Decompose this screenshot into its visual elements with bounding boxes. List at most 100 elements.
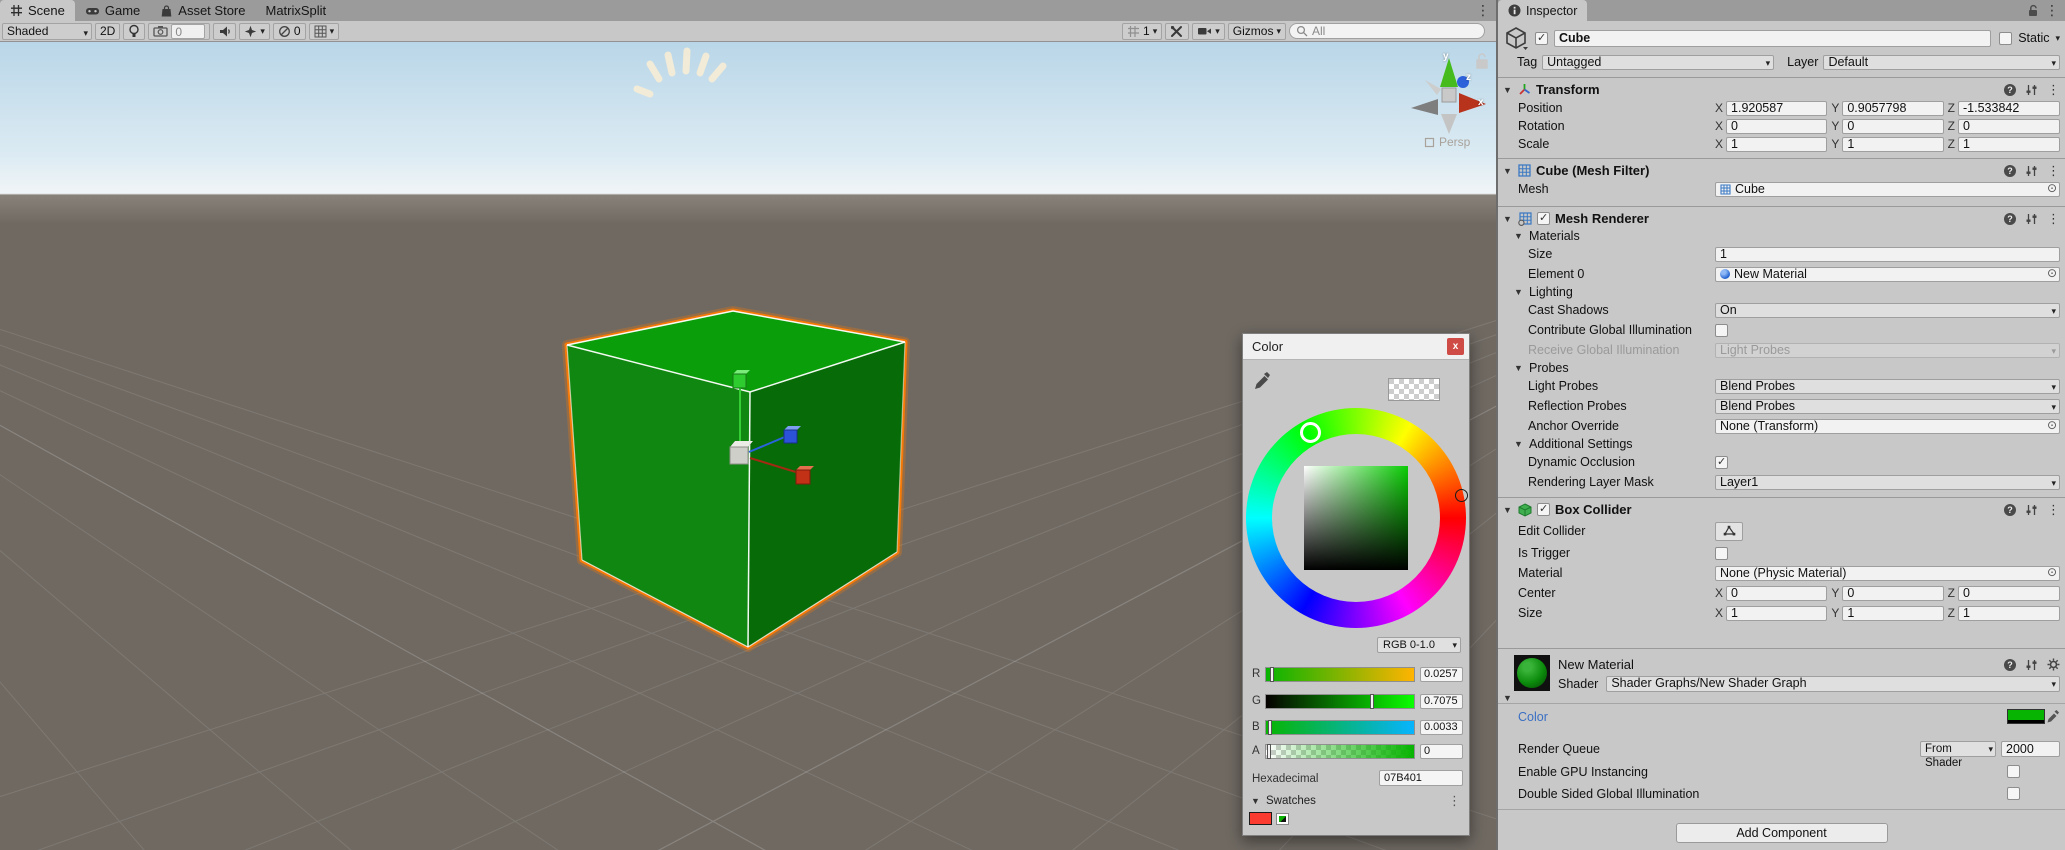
gameobject-name-field[interactable]: Cube — [1554, 30, 1991, 47]
presets-icon[interactable] — [2025, 659, 2038, 671]
tab-inspector[interactable]: Inspector — [1498, 0, 1587, 21]
green-slider[interactable] — [1265, 694, 1415, 709]
scale-handle-z[interactable] — [784, 430, 797, 443]
size-y-field[interactable]: 1 — [1842, 606, 1943, 621]
material-preview[interactable] — [1514, 655, 1550, 691]
component-menu-icon[interactable]: ⋮ — [2047, 502, 2060, 518]
tab-asset-store[interactable]: Asset Store — [150, 0, 255, 21]
presets-icon[interactable] — [2025, 84, 2038, 96]
shader-dropdown[interactable]: Shader Graphs/New Shader Graph▾ — [1606, 676, 2060, 692]
swatch-green[interactable] — [1276, 813, 1289, 825]
snap-grid-group[interactable]: 1 ▾ — [1122, 23, 1162, 40]
render-queue-mode-dropdown[interactable]: From Shader▾ — [1920, 741, 1996, 757]
mesh-renderer-enabled-checkbox[interactable] — [1537, 212, 1550, 225]
component-menu-icon[interactable]: ⋮ — [2047, 82, 2060, 98]
swatch-red[interactable] — [1249, 812, 1272, 825]
center-y-field[interactable]: 0 — [1842, 586, 1943, 601]
hex-value-field[interactable]: 07B401 — [1379, 770, 1463, 786]
materials-size-field[interactable]: 1 — [1715, 247, 2060, 262]
foldout-arrow-icon[interactable]: ▼ — [1503, 85, 1513, 95]
swatches-foldout[interactable]: ▼ Swatches — [1251, 795, 1316, 807]
tab-game[interactable]: Game — [75, 0, 150, 21]
camera-overlay-group[interactable]: 0 — [148, 23, 210, 40]
inspector-lock-icon[interactable] — [2027, 4, 2039, 17]
perspective-toggle[interactable]: Persp — [1424, 135, 1470, 149]
mesh-renderer-header[interactable]: ▼ Mesh Renderer ? ⋮ — [1498, 209, 2065, 228]
camera-count-field[interactable]: 0 — [171, 24, 205, 39]
center-x-field[interactable]: 0 — [1726, 586, 1827, 601]
foldout-arrow-icon[interactable]: ▼ — [1503, 166, 1513, 176]
alpha-value-field[interactable]: 0 — [1420, 744, 1463, 759]
color-picker-titlebar[interactable]: Color x — [1243, 334, 1469, 360]
scene-camera-settings[interactable]: ▾ — [1192, 23, 1225, 40]
contribute-gi-checkbox[interactable] — [1715, 324, 1728, 337]
inspector-menu-icon[interactable]: ⋮ — [2045, 2, 2059, 19]
close-button[interactable]: x — [1447, 338, 1464, 355]
position-z-field[interactable]: -1.533842 — [1958, 101, 2060, 116]
gpu-instancing-checkbox[interactable] — [2007, 765, 2020, 778]
box-collider-header[interactable]: ▼ Box Collider ? ⋮ — [1498, 500, 2065, 519]
hidden-objects-toggle[interactable]: 0 — [273, 23, 306, 40]
green-value-field[interactable]: 0.7075 — [1420, 694, 1463, 709]
gameobject-active-checkbox[interactable] — [1535, 32, 1548, 45]
physic-material-field[interactable]: None (Physic Material)⊙ — [1715, 566, 2060, 581]
foldout-arrow-icon[interactable]: ▼ — [1503, 214, 1513, 224]
help-icon[interactable]: ? — [2004, 165, 2016, 177]
scene-audio-toggle[interactable] — [213, 23, 236, 40]
2d-toggle-button[interactable]: 2D — [95, 23, 120, 40]
hue-selector[interactable] — [1300, 422, 1321, 443]
color-mode-dropdown[interactable]: RGB 0-1.0▾ — [1377, 637, 1461, 653]
material-color-swatch[interactable] — [2007, 709, 2045, 724]
size-z-field[interactable]: 1 — [1958, 606, 2060, 621]
component-menu-icon[interactable]: ⋮ — [2047, 211, 2060, 227]
scale-z-field[interactable]: 1 — [1958, 137, 2060, 152]
sv-selector[interactable] — [1455, 489, 1468, 502]
scale-y-field[interactable]: 1 — [1842, 137, 1943, 152]
tab-matrixsplit[interactable]: MatrixSplit — [255, 0, 336, 21]
material-color-label[interactable]: Color — [1518, 710, 1548, 724]
shading-mode-dropdown[interactable]: Shaded▾ — [2, 23, 92, 40]
scene-effects-toggle[interactable]: ▾ — [239, 23, 270, 40]
grid-visibility-toggle[interactable]: ▾ — [309, 23, 340, 40]
transform-header[interactable]: ▼ Transform ? ⋮ — [1498, 80, 2065, 99]
eyedropper-icon[interactable] — [1253, 371, 1271, 391]
additional-settings-foldout[interactable]: ▼Additional Settings — [1498, 436, 2065, 452]
eyedropper-icon[interactable] — [2046, 709, 2060, 724]
cast-shadows-dropdown[interactable]: On▾ — [1715, 303, 2060, 318]
blue-slider[interactable] — [1265, 720, 1415, 735]
anchor-override-field[interactable]: None (Transform)⊙ — [1715, 419, 2060, 434]
rendering-layer-mask-dropdown[interactable]: Layer1▾ — [1715, 475, 2060, 490]
object-picker-icon[interactable]: ⊙ — [2047, 419, 2057, 432]
red-value-field[interactable]: 0.0257 — [1420, 667, 1463, 682]
gameobject-cube-icon[interactable] — [1503, 25, 1529, 51]
probes-foldout[interactable]: ▼Probes — [1498, 360, 2065, 376]
rotation-z-field[interactable]: 0 — [1958, 119, 2060, 134]
presets-icon[interactable] — [2025, 165, 2038, 177]
lighting-foldout[interactable]: ▼Lighting — [1498, 284, 2065, 300]
size-x-field[interactable]: 1 — [1726, 606, 1827, 621]
red-slider[interactable] — [1265, 667, 1415, 682]
scale-handle-center[interactable] — [730, 447, 748, 464]
foldout-arrow-icon[interactable]: ▼ — [1503, 693, 1512, 703]
dynamic-occlusion-checkbox[interactable] — [1715, 456, 1728, 469]
scale-handle-y[interactable] — [733, 374, 746, 388]
object-picker-icon[interactable]: ⊙ — [2047, 182, 2057, 195]
help-icon[interactable]: ? — [2004, 84, 2016, 96]
render-queue-value-field[interactable]: 2000 — [2001, 741, 2060, 757]
gear-icon[interactable] — [2047, 658, 2060, 671]
add-component-button[interactable]: Add Component — [1676, 823, 1888, 843]
static-dropdown-icon[interactable]: ▾ — [2055, 33, 2060, 43]
scene-pane-menu-icon[interactable]: ⋮ — [1476, 2, 1490, 19]
is-trigger-checkbox[interactable] — [1715, 547, 1728, 560]
layer-dropdown[interactable]: Default▾ — [1823, 55, 2060, 70]
scene-search-input[interactable]: All — [1289, 23, 1485, 39]
help-icon[interactable]: ? — [2004, 504, 2016, 516]
scale-handle-x[interactable] — [796, 470, 810, 484]
tab-scene[interactable]: Scene — [0, 0, 75, 21]
gizmos-dropdown[interactable]: Gizmos ▾ — [1228, 23, 1286, 40]
help-icon[interactable]: ? — [2004, 213, 2016, 225]
help-icon[interactable]: ? — [2004, 659, 2016, 671]
tool-settings-button[interactable] — [1165, 23, 1189, 40]
blue-value-field[interactable]: 0.0033 — [1420, 720, 1463, 735]
double-sided-gi-checkbox[interactable] — [2007, 787, 2020, 800]
